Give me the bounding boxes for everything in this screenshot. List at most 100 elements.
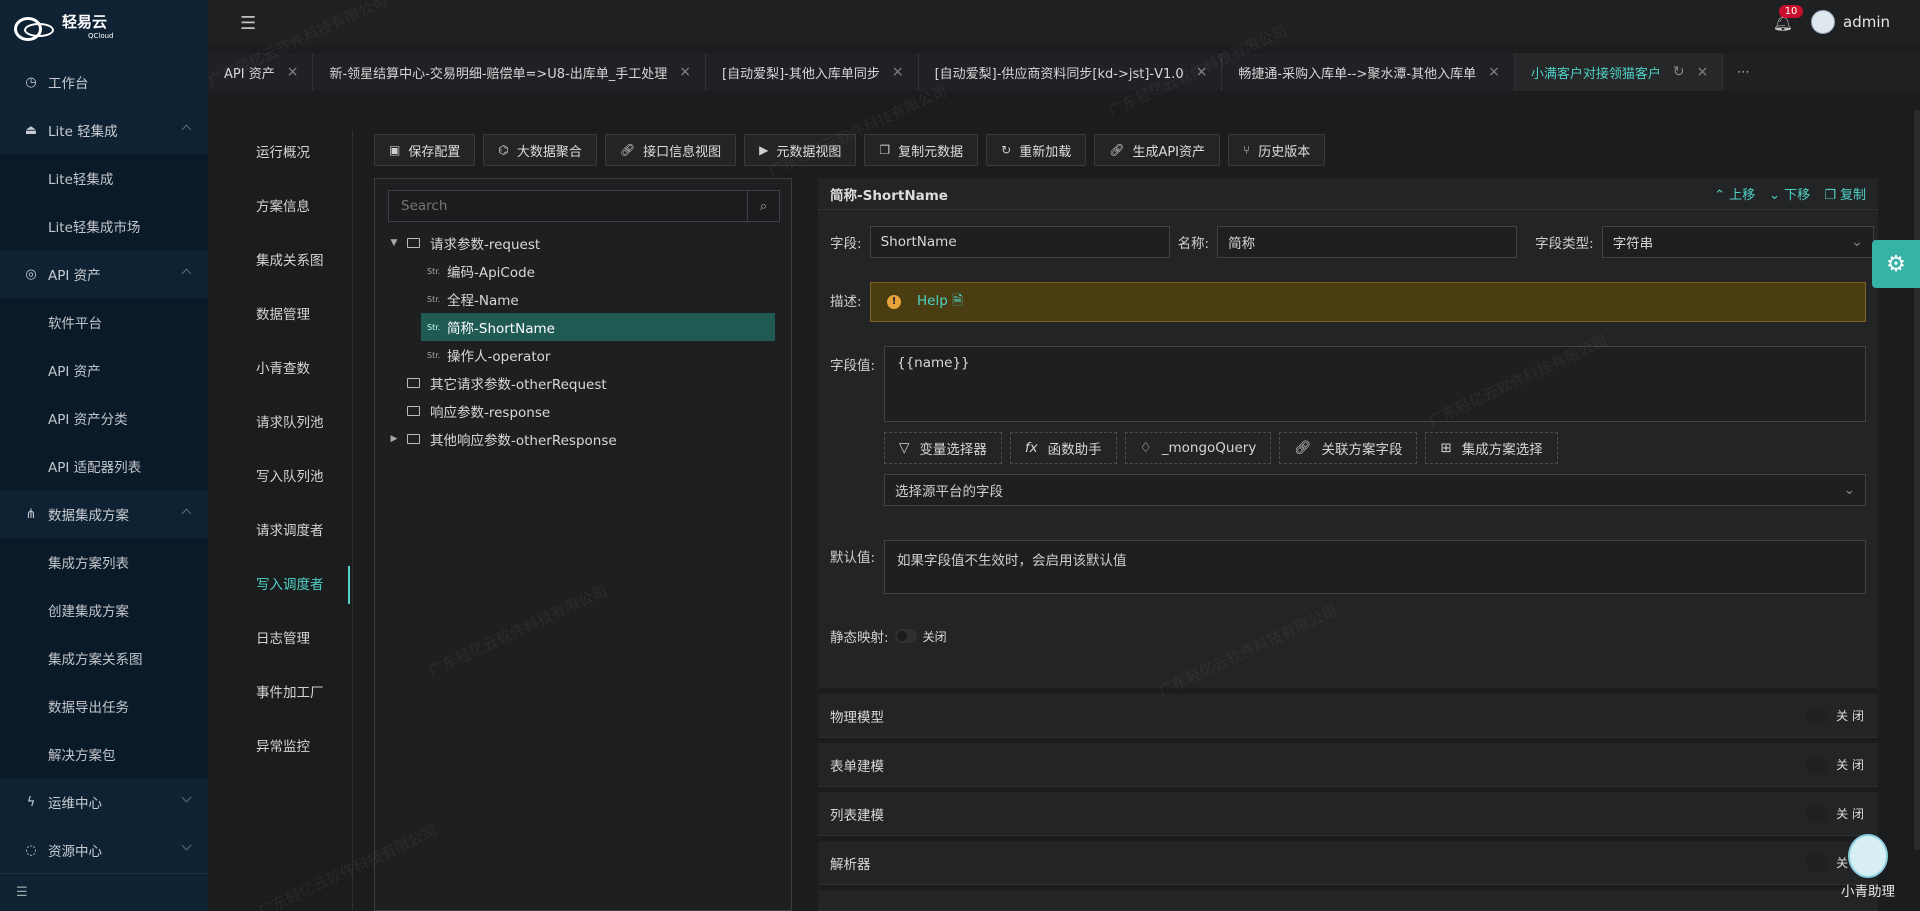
save-config-button[interactable]: ▣ 保存配置: [374, 134, 476, 166]
big-data-aggregate-button[interactable]: ⌬ 大数据聚合: [483, 134, 597, 166]
plan-menu-item[interactable]: 小青查数: [230, 342, 350, 396]
caret-down-icon[interactable]: ▼: [387, 238, 401, 248]
move-down-button[interactable]: ⌄ 下移: [1769, 184, 1810, 203]
tree-node-operator[interactable]: Str. 操作人-operator: [387, 341, 787, 369]
sidebar-subitem[interactable]: 数据导出任务: [0, 682, 208, 730]
function-helper-button[interactable]: fx 函数助手: [1009, 432, 1117, 464]
sidebar-subitem[interactable]: 集成方案列表: [0, 538, 208, 586]
sidebar-item-ops[interactable]: ϟ 运维中心: [0, 778, 208, 826]
generate-api-asset-button[interactable]: 🔗︎ 生成API资产: [1094, 134, 1221, 166]
variable-selector-button[interactable]: ▽ 变量选择器: [884, 432, 1002, 464]
tree-node-apicode[interactable]: Str. 编码-ApiCode: [387, 257, 787, 285]
section-toggle[interactable]: [1806, 853, 1829, 872]
sidebar-subitem[interactable]: API 资产分类: [0, 394, 208, 442]
plan-menu-item[interactable]: 写入队列池: [230, 450, 350, 504]
menu-fold-icon[interactable]: ☰: [240, 13, 256, 34]
sidebar-item-lite[interactable]: ⏏ Lite 轻集成: [0, 106, 208, 154]
settings-float-button[interactable]: ⚙: [1872, 240, 1920, 288]
related-plan-field-button[interactable]: 🔗︎ 关联方案字段: [1279, 432, 1418, 464]
tab-chanjet-purchase[interactable]: 畅捷通-采购入库单-->聚水潭-其他入库单 ×: [1222, 53, 1515, 91]
tab-xiaoman-customer[interactable]: 小满客户对接领猫客户 ↻ ×: [1514, 53, 1724, 91]
sidebar-subitem[interactable]: Lite轻集成: [0, 154, 208, 202]
sidebar-subitem[interactable]: Lite轻集成市场: [0, 202, 208, 250]
tree-node-shortname[interactable]: Str. 简称-ShortName: [421, 313, 775, 341]
user-menu[interactable]: admin: [1811, 10, 1890, 34]
tab-settlement[interactable]: 新-领星结算中心-交易明细-赔偿单=>U8-出库单_手工处理 ×: [313, 53, 707, 91]
copy-button[interactable]: ❐ 复制: [1824, 184, 1866, 203]
field-type-select[interactable]: 字符串 ⌄: [1601, 226, 1874, 258]
section-toggle[interactable]: [1806, 804, 1829, 823]
scrollbar[interactable]: [1914, 110, 1920, 850]
plan-menu-item[interactable]: 数据管理: [230, 288, 350, 342]
section-list-model[interactable]: 列表建模 关 闭: [818, 792, 1878, 836]
tree-node-other-response[interactable]: ▶ 其他响应参数-otherResponse: [387, 425, 787, 453]
history-version-button[interactable]: ⑂ 历史版本: [1228, 134, 1326, 166]
tree-node-request[interactable]: ▼ 请求参数-request: [387, 229, 787, 257]
copy-metadata-button[interactable]: ❐ 复制元数据: [864, 134, 979, 166]
plan-menu-item-active[interactable]: 写入调度者: [230, 558, 350, 612]
move-up-button[interactable]: ⌃ 上移: [1714, 184, 1755, 203]
section-toggle[interactable]: [1806, 755, 1829, 774]
sidebar-subitem[interactable]: API 适配器列表: [0, 442, 208, 490]
close-icon[interactable]: ×: [287, 64, 299, 80]
integration-plan-select-button[interactable]: ⊞ 集成方案选择: [1425, 432, 1558, 464]
plan-menu-item[interactable]: 事件加工厂: [230, 666, 350, 720]
sidebar-item-integration[interactable]: ⋔ 数据集成方案: [0, 490, 208, 538]
sidebar-subitem[interactable]: API 资产: [0, 346, 208, 394]
sidebar-collapse-button[interactable]: ☰: [0, 873, 208, 911]
close-icon[interactable]: ×: [679, 64, 691, 80]
plan-menu-item[interactable]: 日志管理: [230, 612, 350, 666]
plan-menu-item[interactable]: 集成关系图: [230, 234, 350, 288]
plan-menu-item[interactable]: 异常监控: [230, 720, 350, 774]
toolbar: ▣ 保存配置 ⌬ 大数据聚合 🔗︎ 接口信息视图 ▶ 元数据视图 ❐ 复制元数据 ↻ 重新加…: [374, 134, 1326, 166]
search-icon[interactable]: ⌕: [747, 191, 779, 221]
sidebar-subitem[interactable]: 创建集成方案: [0, 586, 208, 634]
tree-node-name[interactable]: Str. 全程-Name: [387, 285, 787, 313]
default-value-textarea[interactable]: 如果字段值不生效时，会启用该默认值: [884, 540, 1866, 594]
refresh-icon[interactable]: ↻: [1673, 64, 1685, 80]
tab-auto-inbound[interactable]: [自动爱梨]-其他入库单同步 ×: [706, 53, 919, 91]
plan-menu-item[interactable]: 请求队列池: [230, 396, 350, 450]
section-toggle[interactable]: [1806, 706, 1829, 725]
metadata-view-button[interactable]: ▶ 元数据视图: [744, 134, 857, 166]
sidebar-subitem[interactable]: 解决方案包: [0, 730, 208, 778]
notification-bell[interactable]: 🔔︎ 10: [1773, 4, 1804, 32]
name-input[interactable]: 简称: [1217, 226, 1518, 258]
field-value-textarea[interactable]: {{name}}: [884, 346, 1866, 422]
section-form-model[interactable]: 表单建模 关 闭: [818, 743, 1878, 787]
source-field-select[interactable]: 选择源平台的字段 ⌄: [884, 474, 1866, 506]
sidebar-item-resources[interactable]: ◌ 资源中心: [0, 826, 208, 874]
plan-menu-item[interactable]: 运行概况: [230, 126, 350, 180]
tree-node-other-request[interactable]: 其它请求参数-otherRequest: [387, 369, 787, 397]
folder-icon: [407, 434, 420, 444]
sidebar-item-api-assets[interactable]: ◎ API 资产: [0, 250, 208, 298]
tree-node-response[interactable]: 响应参数-response: [387, 397, 787, 425]
close-icon[interactable]: ×: [1488, 64, 1500, 80]
sidebar-subitem[interactable]: 软件平台: [0, 298, 208, 346]
app-logo[interactable]: 轻易云 QCloud: [0, 0, 208, 58]
close-icon[interactable]: ×: [1697, 64, 1709, 80]
section-physical-model[interactable]: 物理模型 关 闭: [818, 694, 1878, 738]
help-link[interactable]: Help 🗎︎: [917, 291, 963, 314]
mongo-query-button[interactable]: ♢ _mongoQuery: [1124, 432, 1272, 464]
link-icon: 🔗︎: [1109, 143, 1125, 157]
tab-auto-supplier[interactable]: [自动爱梨]-供应商资料同步[kd->jst]-V1.0 ×: [918, 53, 1223, 91]
search-input[interactable]: [389, 198, 747, 214]
assistant-widget[interactable]: 小青助理: [1838, 834, 1898, 900]
sidebar-item-workbench[interactable]: ◷ 工作台: [0, 58, 208, 106]
section-parser[interactable]: 解析器 关 闭: [818, 841, 1878, 885]
gear-icon: ⚙: [1886, 251, 1906, 277]
chevron-down-icon: [181, 792, 192, 803]
tab-api-assets[interactable]: API 资产 ×: [208, 53, 314, 91]
plan-menu-item[interactable]: 请求调度者: [230, 504, 350, 558]
reload-button[interactable]: ↻ 重新加载: [986, 134, 1087, 166]
tabs-more-button[interactable]: ⋯: [1723, 53, 1763, 91]
sidebar-subitem[interactable]: 集成方案关系图: [0, 634, 208, 682]
static-mapping-toggle[interactable]: [894, 629, 917, 643]
close-icon[interactable]: ×: [892, 64, 904, 80]
plan-menu-item[interactable]: 方案信息: [230, 180, 350, 234]
close-icon[interactable]: ×: [1196, 64, 1208, 80]
caret-right-icon[interactable]: ▶: [387, 434, 401, 444]
api-info-view-button[interactable]: 🔗︎ 接口信息视图: [604, 134, 737, 166]
field-input[interactable]: ShortName: [869, 226, 1170, 258]
